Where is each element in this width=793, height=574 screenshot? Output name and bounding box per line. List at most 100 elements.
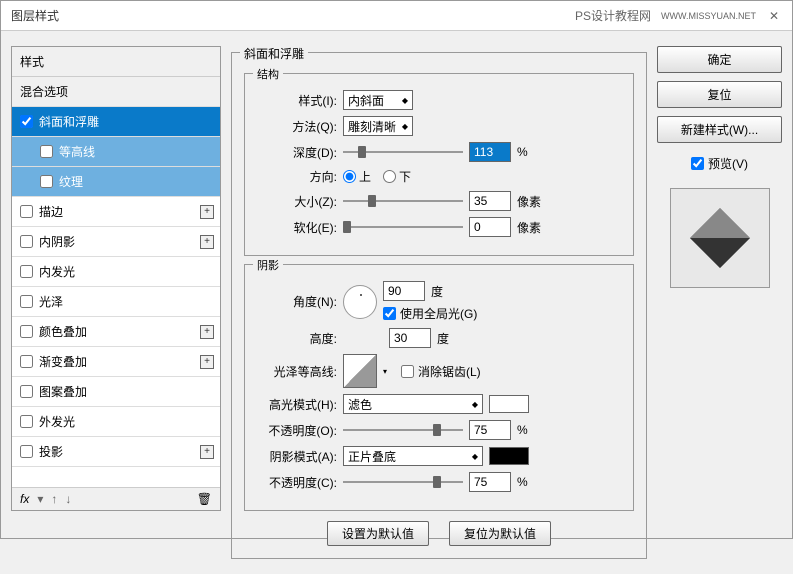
down-icon[interactable]: ↓ xyxy=(65,492,71,506)
style-contour[interactable]: 等高线 xyxy=(12,137,220,167)
antialias-checkbox[interactable] xyxy=(401,365,414,378)
inner-shadow-checkbox[interactable] xyxy=(20,235,33,248)
pattern-overlay-checkbox[interactable] xyxy=(20,385,33,398)
shadow-color[interactable] xyxy=(489,447,529,465)
down-radio[interactable] xyxy=(383,170,396,183)
blend-options[interactable]: 混合选项 xyxy=(12,77,220,107)
reset-default-button[interactable]: 复位为默认值 xyxy=(449,521,551,546)
plus-icon[interactable]: + xyxy=(200,445,214,459)
altitude-input[interactable] xyxy=(389,328,431,348)
trash-icon[interactable]: 🗑 xyxy=(197,492,212,506)
style-outer-glow[interactable]: 外发光 xyxy=(12,407,220,437)
highlight-color[interactable] xyxy=(489,395,529,413)
style-drop-shadow[interactable]: 投影 + xyxy=(12,437,220,467)
technique-value: 雕刻清晰 xyxy=(348,118,396,135)
caret-icon: ◆ xyxy=(402,96,408,105)
style-color-overlay[interactable]: 颜色叠加 + xyxy=(12,317,220,347)
close-icon[interactable]: ✕ xyxy=(766,8,782,24)
watermark-url: WWW.MISSYUAN.NET xyxy=(661,11,756,21)
caret-icon: ◆ xyxy=(472,452,478,461)
styles-footer: fx ▾ ↑ ↓ 🗑 xyxy=(12,487,220,510)
sopacity-slider[interactable] xyxy=(343,475,463,489)
hopacity-input[interactable] xyxy=(469,420,511,440)
hopacity-label: 不透明度(O): xyxy=(257,422,337,439)
plus-icon[interactable]: + xyxy=(200,205,214,219)
texture-checkbox[interactable] xyxy=(40,175,53,188)
style-inner-glow[interactable]: 内发光 xyxy=(12,257,220,287)
style-label: 纹理 xyxy=(59,173,83,190)
drop-shadow-checkbox[interactable] xyxy=(20,445,33,458)
depth-input[interactable] xyxy=(469,142,511,162)
angle-input[interactable] xyxy=(383,281,425,301)
hopacity-unit: % xyxy=(517,423,547,437)
outer-glow-checkbox[interactable] xyxy=(20,415,33,428)
bevel-group: 斜面和浮雕 结构 样式(I): 内斜面◆ 方法(Q): 雕刻清晰◆ 深度(D): xyxy=(231,52,647,559)
preview-checkbox[interactable] xyxy=(691,157,704,170)
bevel-checkbox[interactable] xyxy=(20,115,33,128)
style-satin[interactable]: 光泽 xyxy=(12,287,220,317)
shadow-value: 正片叠底 xyxy=(348,448,396,465)
style-label: 内阴影 xyxy=(39,233,75,250)
preview-box xyxy=(670,188,770,288)
style-gradient-overlay[interactable]: 渐变叠加 + xyxy=(12,347,220,377)
soften-slider[interactable] xyxy=(343,220,463,234)
angle-widget[interactable] xyxy=(343,285,377,319)
size-input[interactable] xyxy=(469,191,511,211)
fx-label[interactable]: fx xyxy=(20,492,29,506)
color-overlay-checkbox[interactable] xyxy=(20,325,33,338)
titlebar: 图层样式 PS设计教程网 WWW.MISSYUAN.NET ✕ xyxy=(1,1,792,31)
depth-slider[interactable] xyxy=(343,145,463,159)
caret-icon[interactable]: ▾ xyxy=(383,367,387,376)
angle-label: 角度(N): xyxy=(257,293,337,310)
gradient-overlay-checkbox[interactable] xyxy=(20,355,33,368)
down-arrow-icon[interactable]: ▾ xyxy=(37,492,43,506)
sopacity-input[interactable] xyxy=(469,472,511,492)
highlight-value: 滤色 xyxy=(348,396,372,413)
global-light[interactable]: 使用全局光(G) xyxy=(383,305,477,322)
contour-picker[interactable] xyxy=(343,354,377,388)
technique-select[interactable]: 雕刻清晰◆ xyxy=(343,116,413,136)
style-label: 光泽 xyxy=(39,293,63,310)
style-bevel[interactable]: 斜面和浮雕 xyxy=(12,107,220,137)
style-stroke[interactable]: 描边 + xyxy=(12,197,220,227)
satin-checkbox[interactable] xyxy=(20,295,33,308)
shadow-label: 阴影模式(A): xyxy=(257,448,337,465)
soften-unit: 像素 xyxy=(517,219,547,236)
soften-input[interactable] xyxy=(469,217,511,237)
set-default-button[interactable]: 设置为默认值 xyxy=(327,521,429,546)
preview-toggle[interactable]: 预览(V) xyxy=(657,155,782,172)
plus-icon[interactable]: + xyxy=(200,325,214,339)
style-label: 投影 xyxy=(39,443,63,460)
up-icon[interactable]: ↑ xyxy=(51,492,57,506)
inner-glow-checkbox[interactable] xyxy=(20,265,33,278)
up-radio[interactable] xyxy=(343,170,356,183)
size-unit: 像素 xyxy=(517,193,547,210)
sopacity-label: 不透明度(C): xyxy=(257,474,337,491)
style-value: 内斜面 xyxy=(348,92,384,109)
plus-icon[interactable]: + xyxy=(200,235,214,249)
stroke-checkbox[interactable] xyxy=(20,205,33,218)
shadow-mode-select[interactable]: 正片叠底 ◆ xyxy=(343,446,483,466)
highlight-mode-select[interactable]: 滤色 ◆ xyxy=(343,394,483,414)
plus-icon[interactable]: + xyxy=(200,355,214,369)
antialias[interactable]: 消除锯齿(L) xyxy=(401,363,481,380)
style-pattern-overlay[interactable]: 图案叠加 xyxy=(12,377,220,407)
titlebar-right: PS设计教程网 WWW.MISSYUAN.NET ✕ xyxy=(575,7,782,24)
size-label: 大小(Z): xyxy=(257,193,337,210)
depth-label: 深度(D): xyxy=(257,144,337,161)
style-select[interactable]: 内斜面 ◆ xyxy=(343,90,413,110)
size-slider[interactable] xyxy=(343,194,463,208)
global-checkbox[interactable] xyxy=(383,307,396,320)
style-texture[interactable]: 纹理 xyxy=(12,167,220,197)
direction-up[interactable]: 上 xyxy=(343,168,371,185)
cancel-button[interactable]: 复位 xyxy=(657,81,782,108)
default-buttons: 设置为默认值 复位为默认值 xyxy=(244,521,634,546)
style-inner-shadow[interactable]: 内阴影 + xyxy=(12,227,220,257)
direction-down[interactable]: 下 xyxy=(383,168,411,185)
caret-icon: ◆ xyxy=(472,400,478,409)
sopacity-unit: % xyxy=(517,475,547,489)
hopacity-slider[interactable] xyxy=(343,423,463,437)
ok-button[interactable]: 确定 xyxy=(657,46,782,73)
contour-checkbox[interactable] xyxy=(40,145,53,158)
new-style-button[interactable]: 新建样式(W)... xyxy=(657,116,782,143)
